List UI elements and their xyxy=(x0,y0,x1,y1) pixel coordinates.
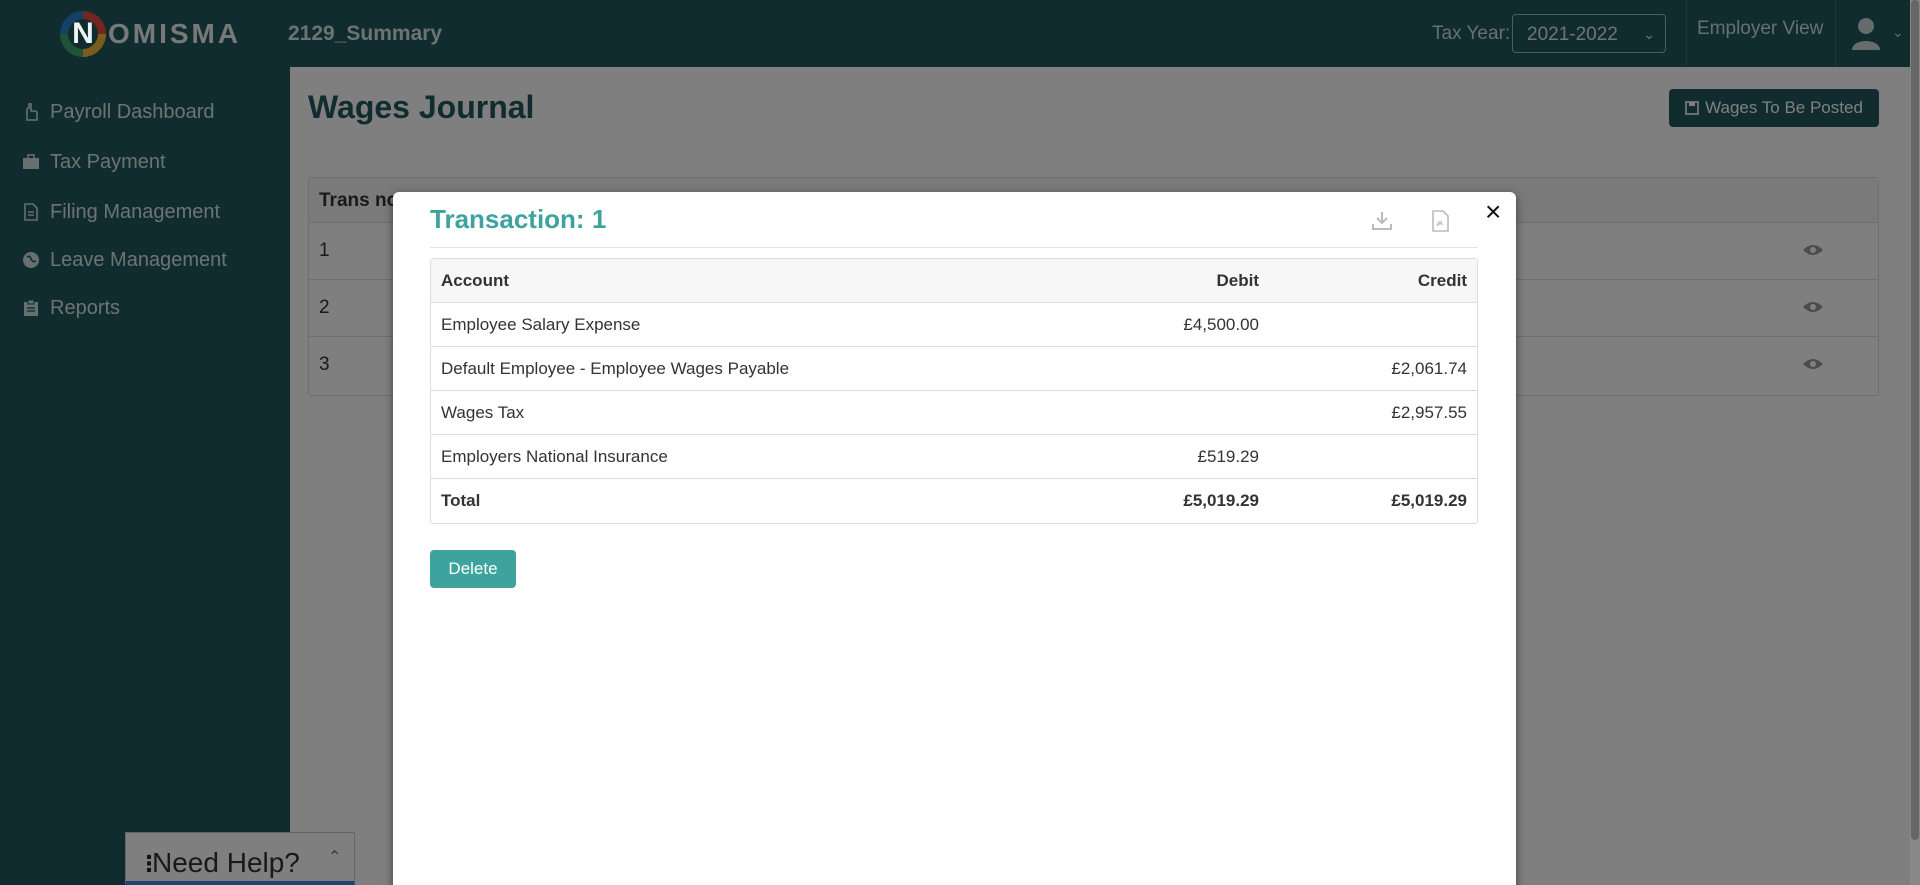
debit-cell: £519.29 xyxy=(1197,447,1259,466)
column-header-debit: Debit xyxy=(1216,271,1260,290)
table-row: Wages Tax £2,957.55 xyxy=(431,391,1477,435)
account-cell: Wages Tax xyxy=(441,403,525,422)
scrollbar-thumb[interactable] xyxy=(1911,0,1919,840)
divider xyxy=(430,247,1478,248)
download-icon[interactable] xyxy=(1371,210,1393,232)
column-header-credit: Credit xyxy=(1417,271,1467,290)
total-row: Total £5,019.29 £5,019.29 xyxy=(431,479,1477,523)
table-header: Account Debit Credit xyxy=(431,259,1477,303)
table-row: Employers National Insurance £519.29 xyxy=(431,435,1477,479)
account-cell: Default Employee - Employee Wages Payabl… xyxy=(441,359,790,378)
column-header-account: Account xyxy=(441,271,509,290)
delete-button[interactable]: Delete xyxy=(430,550,516,588)
transaction-table: Account Debit Credit Employee Salary Exp… xyxy=(430,258,1478,524)
total-credit: £5,019.29 xyxy=(1391,491,1467,510)
close-icon[interactable]: × xyxy=(1485,198,1501,226)
table-row: Default Employee - Employee Wages Payabl… xyxy=(431,347,1477,391)
account-cell: Employee Salary Expense xyxy=(441,315,641,334)
total-debit: £5,019.29 xyxy=(1183,491,1259,510)
logo-mark: N xyxy=(60,11,106,57)
pdf-icon[interactable] xyxy=(1429,210,1451,232)
modal-title: Transaction: 1 xyxy=(430,204,607,234)
total-label: Total xyxy=(441,491,481,510)
credit-cell: £2,957.55 xyxy=(1391,403,1467,422)
debit-cell: £4,500.00 xyxy=(1183,315,1259,334)
credit-cell: £2,061.74 xyxy=(1391,359,1467,378)
account-cell: Employers National Insurance xyxy=(441,447,668,466)
table-row: Employee Salary Expense £4,500.00 xyxy=(431,303,1477,347)
transaction-modal: Transaction: 1 × Account Debit Credit Em… xyxy=(393,192,1516,885)
